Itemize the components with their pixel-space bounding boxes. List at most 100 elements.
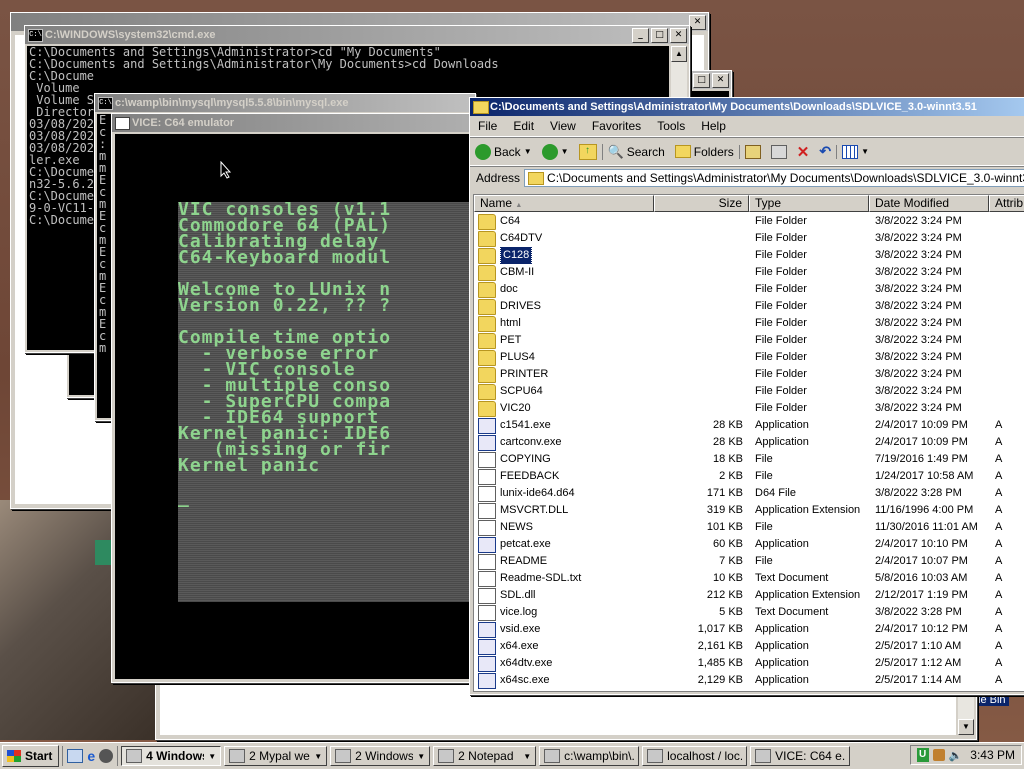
scroll-up-icon[interactable]: ▲	[671, 46, 687, 62]
file-row[interactable]: lunix-ide64.d64 171 KB D64 File 3/8/2022 3:…	[474, 485, 1024, 502]
taskbar-button[interactable]: 2 Notepad ▼	[433, 746, 537, 766]
mysql-titlebar[interactable]: C:\ c:\wamp\bin\mysql\mysql5.5.8\bin\mys…	[95, 94, 475, 112]
back-button[interactable]: Back ▼	[470, 143, 537, 160]
move-to-button[interactable]	[738, 144, 766, 159]
taskbar-button-label: 2 Windows ...	[355, 749, 414, 763]
file-row[interactable]: cartconv.exe 28 KB Application 2/4/2017 10:…	[474, 434, 1024, 451]
volume-icon[interactable]: 🔈	[949, 749, 963, 762]
file-row[interactable]: x64.exe 2,161 KB Application 2/5/2017 1:10 …	[474, 638, 1024, 655]
file-row[interactable]: vsid.exe 1,017 KB Application 2/4/2017 10:1…	[474, 621, 1024, 638]
explorer-titlebar[interactable]: C:\Documents and Settings\Administrator\…	[470, 98, 1024, 116]
folders-button[interactable]: Folders	[670, 145, 739, 159]
minimize-icon[interactable]: _	[632, 28, 649, 43]
file-row[interactable]: C64DTV File Folder 3/8/2022 3:24 PM	[474, 230, 1024, 247]
file-list[interactable]: Name ▲ Size Type Date Modified Attrib C6…	[473, 194, 1024, 692]
file-row[interactable]: html File Folder 3/8/2022 3:24 PM	[474, 315, 1024, 332]
chevron-down-icon[interactable]: ▼	[524, 147, 532, 156]
file-row[interactable]: C128 File Folder 3/8/2022 3:24 PM	[474, 247, 1024, 264]
close-icon[interactable]: ✕	[712, 73, 729, 88]
vice-titlebar[interactable]: VICE: C64 emulator	[112, 114, 482, 132]
maximize-icon[interactable]: □	[693, 73, 710, 88]
file-row[interactable]: PLUS4 File Folder 3/8/2022 3:24 PM	[474, 349, 1024, 366]
file-attributes: A	[995, 657, 1003, 669]
notepad-icon	[438, 749, 455, 763]
internet-explorer-icon[interactable]: e	[87, 748, 95, 764]
folders-icon	[674, 145, 691, 158]
file-size: 60 KB	[713, 538, 743, 550]
c64-screen-line: Version 0.22, ?? ?	[178, 295, 392, 316]
file-row[interactable]: doc File Folder 3/8/2022 3:24 PM	[474, 281, 1024, 298]
menu-tools[interactable]: Tools	[649, 119, 693, 133]
file-row[interactable]: x64dtv.exe 1,485 KB Application 2/5/2017 1:…	[474, 655, 1024, 672]
cmd-titlebar[interactable]: C:\ C:\WINDOWS\system32\cmd.exe _ □ ✕	[25, 26, 689, 44]
tray-settings-icon[interactable]	[932, 749, 945, 761]
start-button[interactable]: Start	[2, 745, 60, 767]
file-row[interactable]: x64sc.exe 2,129 KB Application 2/5/2017 1:1…	[474, 672, 1024, 689]
file-row[interactable]: c1541.exe 28 KB Application 2/4/2017 10:09 …	[474, 417, 1024, 434]
views-button[interactable]: ▼	[836, 144, 874, 159]
file-row[interactable]: MSVCRT.DLL 319 KB Application Extension 11/…	[474, 502, 1024, 519]
file-row[interactable]: FEEDBACK 2 KB File 1/24/2017 10:58 AM A	[474, 468, 1024, 485]
taskbar-button[interactable]: VICE: C64 e...	[750, 746, 851, 766]
file-row[interactable]: SCPU64 File Folder 3/8/2022 3:24 PM	[474, 383, 1024, 400]
file-name: x64dtv.exe	[500, 657, 553, 669]
column-header-size[interactable]: Size	[654, 195, 749, 212]
taskbar-button[interactable]: 2 Windows ...▼	[330, 746, 431, 766]
file-date: 2/5/2017 1:10 AM	[875, 640, 962, 652]
scroll-down-icon[interactable]: ▼	[958, 719, 974, 735]
forward-button[interactable]: ▼	[537, 143, 574, 160]
menu-file[interactable]: File	[470, 119, 505, 133]
desktop-recycle-label[interactable]: le Bin	[975, 694, 1009, 706]
media-player-icon[interactable]	[99, 749, 114, 763]
menu-view[interactable]: View	[542, 119, 584, 133]
file-date: 2/4/2017 10:10 PM	[875, 538, 968, 550]
folder-icon	[478, 315, 496, 332]
file-row[interactable]: CBM-II File Folder 3/8/2022 3:24 PM	[474, 264, 1024, 281]
column-header-attributes[interactable]: Attrib	[989, 195, 1024, 212]
close-icon[interactable]: ✕	[689, 15, 706, 30]
maximize-icon[interactable]: □	[651, 28, 668, 43]
file-name: NEWS	[500, 521, 533, 533]
file-attributes: A	[995, 504, 1003, 516]
file-row[interactable]: SDL.dll 212 KB Application Extension 2/12/2…	[474, 587, 1024, 604]
taskbar-button[interactable]: c:\wamp\bin\...	[539, 746, 640, 766]
delete-button[interactable]: ✕	[792, 143, 815, 161]
file-attributes: A	[995, 419, 1003, 431]
file-row[interactable]: PRINTER File Folder 3/8/2022 3:24 PM	[474, 366, 1024, 383]
file-row[interactable]: DRIVES File Folder 3/8/2022 3:24 PM	[474, 298, 1024, 315]
file-row[interactable]: vice.log 5 KB Text Document 3/8/2022 3:28 P…	[474, 604, 1024, 621]
file-row[interactable]: petcat.exe 60 KB Application 2/4/2017 10:10…	[474, 536, 1024, 553]
file-type: File	[755, 521, 773, 533]
up-folder-button[interactable]: ↑	[574, 143, 602, 160]
taskbar-button[interactable]: 4 Windows... ▼	[121, 746, 222, 766]
close-icon[interactable]: ✕	[670, 28, 687, 43]
menu-edit[interactable]: Edit	[505, 119, 542, 133]
file-row[interactable]: COPYING 18 KB File 7/19/2016 1:49 PM A	[474, 451, 1024, 468]
file-date: 3/8/2022 3:24 PM	[875, 334, 962, 346]
chevron-down-icon[interactable]: ▼	[861, 147, 869, 156]
clock[interactable]: 3:43 PM	[970, 748, 1015, 762]
taskbar-button[interactable]: 2 Mypal we... ▼	[224, 746, 328, 766]
file-row[interactable]: VIC20 File Folder 3/8/2022 3:24 PM	[474, 400, 1024, 417]
c64-screen-line	[178, 474, 470, 490]
menu-favorites[interactable]: Favorites	[584, 119, 649, 133]
undo-button[interactable]: ↶	[814, 143, 836, 160]
column-header-type[interactable]: Type	[749, 195, 869, 212]
c64-screen[interactable]: VIC consoles (v1.1 Commodore 64 (PAL) Cali…	[178, 202, 470, 602]
show-desktop-icon[interactable]	[67, 749, 84, 763]
copy-to-button[interactable]	[766, 144, 792, 159]
file-name: COPYING	[500, 453, 551, 465]
taskbar-button[interactable]: localhost / loc...	[642, 746, 748, 766]
file-row[interactable]: C64 File Folder 3/8/2022 3:24 PM	[474, 213, 1024, 230]
tray-app-icon[interactable]: U	[916, 748, 929, 762]
column-header-name[interactable]: Name ▲	[474, 195, 654, 212]
file-row[interactable]: Readme-SDL.txt 10 KB Text Document 5/8/2016…	[474, 570, 1024, 587]
address-input[interactable]: C:\Documents and Settings\Administrator\…	[524, 169, 1024, 187]
column-header-date[interactable]: Date Modified	[869, 195, 989, 212]
menu-help[interactable]: Help	[693, 119, 734, 133]
file-row[interactable]: README 7 KB File 2/4/2017 10:07 PM A	[474, 553, 1024, 570]
file-row[interactable]: NEWS 101 KB File 11/30/2016 11:01 AM A	[474, 519, 1024, 536]
chevron-down-icon[interactable]: ▼	[561, 147, 569, 156]
file-row[interactable]: PET File Folder 3/8/2022 3:24 PM	[474, 332, 1024, 349]
search-button[interactable]: 🔍 Search	[601, 143, 670, 160]
